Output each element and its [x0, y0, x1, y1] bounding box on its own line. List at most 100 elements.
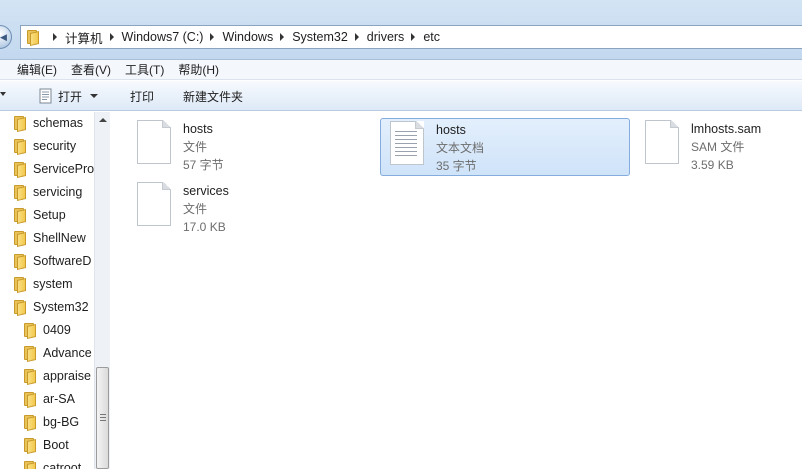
- menu-edit[interactable]: 编辑(E): [10, 61, 64, 78]
- text-document-icon: [390, 121, 424, 165]
- file-list: hosts 文件 57 字节 hosts 文本文档 35 字节 lmhosts.…: [111, 112, 802, 469]
- folder-icon: [12, 161, 28, 178]
- breadcrumb-system32[interactable]: System32: [292, 26, 348, 48]
- folder-icon: [12, 299, 28, 316]
- file-size: 57 字节: [183, 158, 224, 172]
- file-size: 35 字节: [436, 159, 477, 173]
- tree-item-setup[interactable]: Setup: [12, 204, 66, 226]
- scroll-up-icon[interactable]: [99, 118, 107, 122]
- open-with-icon: [38, 88, 54, 104]
- tree-item-catroot[interactable]: catroot: [22, 457, 81, 469]
- scrollbar-thumb[interactable]: [96, 367, 109, 469]
- tree-item-ar-sa[interactable]: ar-SA: [22, 388, 75, 410]
- menu-view[interactable]: 查看(V): [64, 61, 118, 78]
- folder-icon: [12, 207, 28, 224]
- folder-icon: [22, 345, 38, 362]
- menu-help[interactable]: 帮助(H): [171, 61, 226, 78]
- address-bar[interactable]: 计算机 Windows7 (C:) Windows System32 drive…: [20, 25, 802, 49]
- folder-icon: [22, 368, 38, 385]
- folder-icon: [22, 322, 38, 339]
- tree-item-label: ar-SA: [43, 392, 75, 406]
- open-button[interactable]: 打开: [38, 86, 99, 106]
- tree-item-advance[interactable]: Advance: [22, 342, 92, 364]
- folder-icon: [12, 138, 28, 155]
- open-dropdown-icon[interactable]: [90, 94, 99, 98]
- tree-item-label: 0409: [43, 323, 71, 337]
- tree-item-label: catroot: [43, 461, 82, 469]
- folder-icon: [22, 437, 38, 454]
- command-bar: 打开 打印 新建文件夹: [0, 81, 802, 111]
- tree-item-system32[interactable]: System32: [12, 296, 89, 318]
- file-type: 文件: [183, 140, 208, 154]
- tree-item-label: system: [33, 277, 73, 291]
- tree-item-schemas[interactable]: schemas: [12, 112, 83, 134]
- folder-icon: [22, 460, 38, 469]
- tree-item-label: bg-BG: [43, 415, 80, 429]
- blank-file-icon: [645, 120, 679, 164]
- folder-icon: [25, 29, 41, 46]
- new-folder-button[interactable]: 新建文件夹: [183, 86, 243, 106]
- tree-item-label: Setup: [33, 208, 66, 222]
- breadcrumb-separator-icon[interactable]: [354, 33, 359, 41]
- file-size: 17.0 KB: [183, 220, 226, 234]
- blank-file-icon: [137, 182, 171, 226]
- blank-file-icon: [137, 120, 171, 164]
- tree-item-label: ShellNew: [33, 231, 86, 245]
- file-item-selected[interactable]: hosts 文本文档 35 字节: [380, 118, 630, 176]
- file-name: lmhosts.sam: [691, 122, 762, 136]
- print-button[interactable]: 打印: [130, 86, 154, 106]
- tree-item-servicing[interactable]: servicing: [12, 181, 82, 203]
- folder-icon: [12, 230, 28, 247]
- tree-item-shellnew[interactable]: ShellNew: [12, 227, 86, 249]
- folder-icon: [12, 184, 28, 201]
- file-item[interactable]: services 文件 17.0 KB: [137, 182, 377, 240]
- breadcrumb-drivers[interactable]: drivers: [367, 26, 405, 48]
- tree-item-system[interactable]: system: [12, 273, 73, 295]
- tree-item-softwared[interactable]: SoftwareD: [12, 250, 91, 272]
- folder-icon: [12, 115, 28, 132]
- tree-item-boot[interactable]: Boot: [22, 434, 69, 456]
- tree-item-security[interactable]: security: [12, 135, 76, 157]
- folder-icon: [12, 253, 28, 270]
- tree-item-label: ServicePro: [33, 162, 95, 176]
- breadcrumb-drive[interactable]: Windows7 (C:): [122, 26, 204, 48]
- tree-item-label: servicing: [33, 185, 83, 199]
- back-arrow-icon: ◀: [0, 32, 7, 42]
- tree-item-0409[interactable]: 0409: [22, 319, 71, 341]
- breadcrumb-separator-icon[interactable]: [109, 33, 114, 41]
- file-item[interactable]: lmhosts.sam SAM 文件 3.59 KB: [645, 120, 802, 178]
- menu-tools[interactable]: 工具(T): [118, 61, 171, 78]
- organize-dropdown-icon[interactable]: [0, 92, 6, 96]
- tree-item-label: schemas: [33, 116, 84, 130]
- tree-item-label: SoftwareD: [33, 254, 92, 268]
- folder-icon: [12, 276, 28, 293]
- tree-item-bg-bg[interactable]: bg-BG: [22, 411, 79, 433]
- tree-item-label: appraise: [43, 369, 91, 383]
- open-button-label: 打开: [58, 89, 83, 104]
- breadcrumb-separator-icon[interactable]: [210, 33, 215, 41]
- tree-item-label: Boot: [43, 438, 69, 452]
- tree-item-label: Advance: [43, 346, 92, 360]
- tree-item-appraise[interactable]: appraise: [22, 365, 91, 387]
- menu-bar: 编辑(E) 查看(V) 工具(T) 帮助(H): [0, 60, 802, 80]
- file-name: hosts: [436, 123, 466, 137]
- sidebar-scrollbar[interactable]: [94, 112, 110, 469]
- file-type: 文件: [183, 202, 208, 216]
- file-type: SAM 文件: [691, 140, 745, 154]
- breadcrumb-separator-icon[interactable]: [411, 33, 416, 41]
- breadcrumb-separator-icon[interactable]: [53, 33, 57, 41]
- tree-item-label: security: [33, 139, 77, 153]
- file-item[interactable]: hosts 文件 57 字节: [137, 120, 377, 178]
- file-name: hosts: [183, 122, 213, 136]
- breadcrumb-windows[interactable]: Windows: [222, 26, 273, 48]
- file-name: services: [183, 184, 229, 198]
- file-type: 文本文档: [436, 141, 485, 155]
- file-size: 3.59 KB: [691, 158, 734, 172]
- breadcrumb-etc[interactable]: etc: [423, 26, 440, 48]
- breadcrumb-computer[interactable]: 计算机: [65, 26, 103, 48]
- breadcrumb-separator-icon[interactable]: [280, 33, 285, 41]
- tree-item-label: System32: [33, 300, 89, 314]
- folder-icon: [22, 414, 38, 431]
- folder-icon: [22, 391, 38, 408]
- tree-item-servicepro[interactable]: ServicePro: [12, 158, 94, 180]
